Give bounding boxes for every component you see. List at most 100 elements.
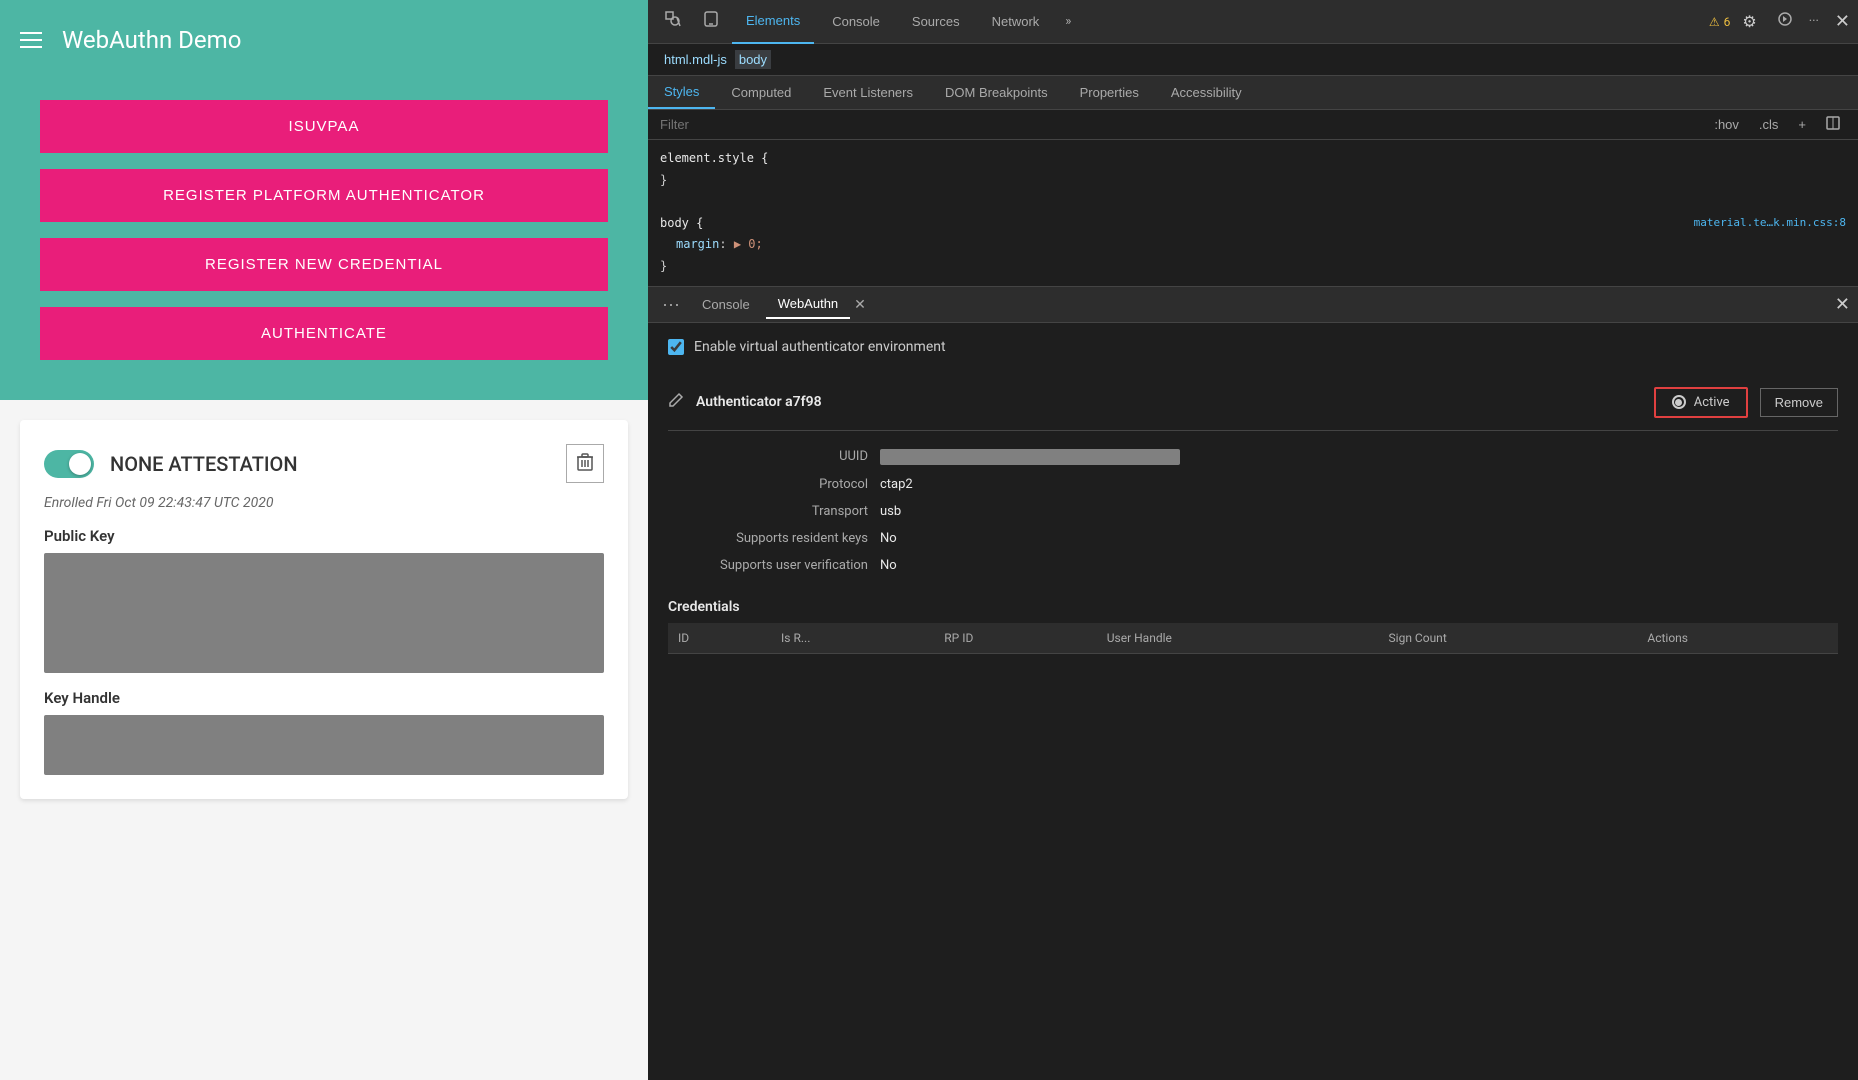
transport-row: Transport usb bbox=[668, 498, 1838, 525]
trash-icon bbox=[577, 453, 593, 471]
public-key-label: Public Key bbox=[44, 527, 604, 545]
resident-keys-value: No bbox=[880, 531, 897, 546]
wa-tab-webauthn-container: WebAuthn ✕ bbox=[766, 290, 870, 319]
enrolled-date: Enrolled Fri Oct 09 22:43:47 UTC 2020 bbox=[44, 495, 604, 511]
styles-filter-input[interactable] bbox=[660, 117, 1700, 132]
edit-authenticator-button[interactable] bbox=[668, 392, 684, 413]
user-verification-row: Supports user verification No bbox=[668, 552, 1838, 579]
radio-dot[interactable] bbox=[1672, 395, 1686, 409]
tab-network[interactable]: Network bbox=[978, 0, 1054, 44]
col-actions: Actions bbox=[1637, 623, 1838, 654]
style-tab-event-listeners[interactable]: Event Listeners bbox=[807, 76, 929, 109]
radio-dot-inner bbox=[1675, 399, 1682, 406]
key-handle-label: Key Handle bbox=[44, 689, 604, 707]
card-header-left: NONE ATTESTATION bbox=[44, 450, 298, 478]
tab-elements[interactable]: Elements bbox=[732, 0, 814, 44]
css-selector-element: element.style { bbox=[660, 151, 768, 165]
breadcrumb-body[interactable]: body bbox=[735, 50, 771, 69]
devtools-panel: Elements Console Sources Network » ⚠ 6 ⚙… bbox=[648, 0, 1858, 1080]
authenticator-card: Authenticator a7f98 Active Remove UU bbox=[668, 375, 1838, 662]
card-header: NONE ATTESTATION bbox=[44, 444, 604, 483]
uuid-row: UUID bbox=[668, 443, 1838, 471]
toggle-switch[interactable] bbox=[44, 450, 94, 478]
panel-more-button[interactable]: ··· bbox=[656, 294, 686, 315]
panel-close-button[interactable]: ✕ bbox=[1835, 294, 1850, 315]
styles-content: element.style { } body { material.te…k.m… bbox=[648, 140, 1858, 286]
style-tab-styles[interactable]: Styles bbox=[648, 76, 715, 109]
active-badge[interactable]: Active bbox=[1654, 387, 1748, 418]
style-tab-computed[interactable]: Computed bbox=[715, 76, 807, 109]
webauthn-section: ··· Console WebAuthn ✕ ✕ Enable virtual … bbox=[648, 287, 1858, 1080]
app-header: WebAuthn Demo bbox=[0, 0, 648, 80]
style-tab-properties[interactable]: Properties bbox=[1064, 76, 1155, 109]
transport-value: usb bbox=[880, 504, 901, 519]
css-source-link[interactable]: material.te…k.min.css:8 bbox=[1694, 213, 1846, 233]
credential-name: NONE ATTESTATION bbox=[110, 452, 298, 476]
cls-button[interactable]: .cls bbox=[1753, 115, 1785, 134]
protocol-row: Protocol ctap2 bbox=[668, 471, 1838, 498]
hamburger-icon[interactable] bbox=[20, 32, 42, 48]
enable-virtual-auth-checkbox[interactable] bbox=[668, 339, 684, 355]
active-label: Active bbox=[1694, 395, 1730, 410]
new-style-rule-button[interactable] bbox=[1820, 114, 1846, 135]
uuid-label: UUID bbox=[668, 449, 868, 464]
isuvpaa-button[interactable]: ISUVPAA bbox=[40, 100, 608, 153]
css-value-margin: ▶ 0; bbox=[734, 237, 763, 251]
style-tab-dom-breakpoints[interactable]: DOM Breakpoints bbox=[929, 76, 1064, 109]
app-title: WebAuthn Demo bbox=[62, 26, 241, 54]
authenticate-button[interactable]: AUTHENTICATE bbox=[40, 307, 608, 360]
tab-console[interactable]: Console bbox=[818, 0, 894, 44]
resident-keys-label: Supports resident keys bbox=[668, 531, 868, 546]
wa-tab-close-button[interactable]: ✕ bbox=[850, 296, 870, 313]
elements-breadcrumb: html.mdl-js body bbox=[648, 44, 1858, 76]
hov-button[interactable]: :hov bbox=[1708, 115, 1745, 134]
credentials-table: ID Is R... RP ID User Handle Sign Count … bbox=[668, 623, 1838, 654]
devtools-toolbar: Elements Console Sources Network » ⚠ 6 ⚙… bbox=[648, 0, 1858, 44]
auth-details: UUID Protocol ctap2 Transport usb Suppor… bbox=[668, 431, 1838, 591]
col-is-resident: Is R... bbox=[771, 623, 934, 654]
buttons-area: ISUVPAA REGISTER PLATFORM AUTHENTICATOR … bbox=[0, 80, 648, 400]
transport-label: Transport bbox=[668, 504, 868, 519]
warning-icon: ⚠ bbox=[1709, 15, 1720, 29]
tab-sources[interactable]: Sources bbox=[898, 0, 974, 44]
col-sign-count: Sign Count bbox=[1379, 623, 1638, 654]
uuid-value bbox=[880, 449, 1180, 465]
authenticator-name: Authenticator a7f98 bbox=[696, 394, 822, 410]
ellipsis: ··· bbox=[1805, 14, 1823, 29]
devtools-close-button[interactable]: ✕ bbox=[1835, 11, 1850, 32]
enable-virtual-auth-label: Enable virtual authenticator environment bbox=[694, 339, 946, 355]
col-user-handle: User Handle bbox=[1097, 623, 1379, 654]
credential-card: NONE ATTESTATION Enrolled Fri Oct 09 22:… bbox=[20, 420, 628, 799]
styles-panel: Styles Computed Event Listeners DOM Brea… bbox=[648, 76, 1858, 287]
register-new-credential-button[interactable]: REGISTER NEW CREDENTIAL bbox=[40, 238, 608, 291]
styles-filter-row: :hov .cls + bbox=[648, 110, 1858, 140]
key-handle-value bbox=[44, 715, 604, 775]
left-panel: WebAuthn Demo ISUVPAA REGISTER PLATFORM … bbox=[0, 0, 648, 1080]
col-rp-id: RP ID bbox=[934, 623, 1096, 654]
settings-button[interactable]: ⚙ bbox=[1734, 6, 1764, 38]
col-id: ID bbox=[668, 623, 771, 654]
more-tabs-indicator: » bbox=[1057, 14, 1079, 29]
resident-keys-row: Supports resident keys No bbox=[668, 525, 1838, 552]
css-block-element-style: element.style { } bbox=[660, 148, 1846, 191]
user-verification-value: No bbox=[880, 558, 897, 573]
auth-header: Authenticator a7f98 Active Remove bbox=[668, 375, 1838, 431]
wa-tab-webauthn[interactable]: WebAuthn bbox=[766, 290, 850, 319]
user-verification-label: Supports user verification bbox=[668, 558, 868, 573]
warning-badge: ⚠ 6 bbox=[1709, 15, 1731, 29]
protocol-label: Protocol bbox=[668, 477, 868, 492]
delete-credential-button[interactable] bbox=[566, 444, 604, 483]
style-tab-accessibility[interactable]: Accessibility bbox=[1155, 76, 1258, 109]
breadcrumb-html[interactable]: html.mdl-js bbox=[660, 50, 731, 69]
wa-tab-console[interactable]: Console bbox=[690, 291, 762, 318]
webauthn-tabs-bar: ··· Console WebAuthn ✕ ✕ bbox=[648, 287, 1858, 323]
device-toolbar-button[interactable] bbox=[694, 4, 728, 39]
protocol-value: ctap2 bbox=[880, 477, 913, 492]
remove-authenticator-button[interactable]: Remove bbox=[1760, 388, 1838, 417]
credentials-title: Credentials bbox=[668, 591, 740, 623]
register-platform-button[interactable]: REGISTER PLATFORM AUTHENTICATOR bbox=[40, 169, 608, 222]
focus-debuggee-button[interactable] bbox=[1769, 5, 1801, 38]
styles-tabs: Styles Computed Event Listeners DOM Brea… bbox=[648, 76, 1858, 110]
add-style-button[interactable]: + bbox=[1792, 115, 1812, 134]
inspect-element-button[interactable] bbox=[656, 4, 690, 39]
